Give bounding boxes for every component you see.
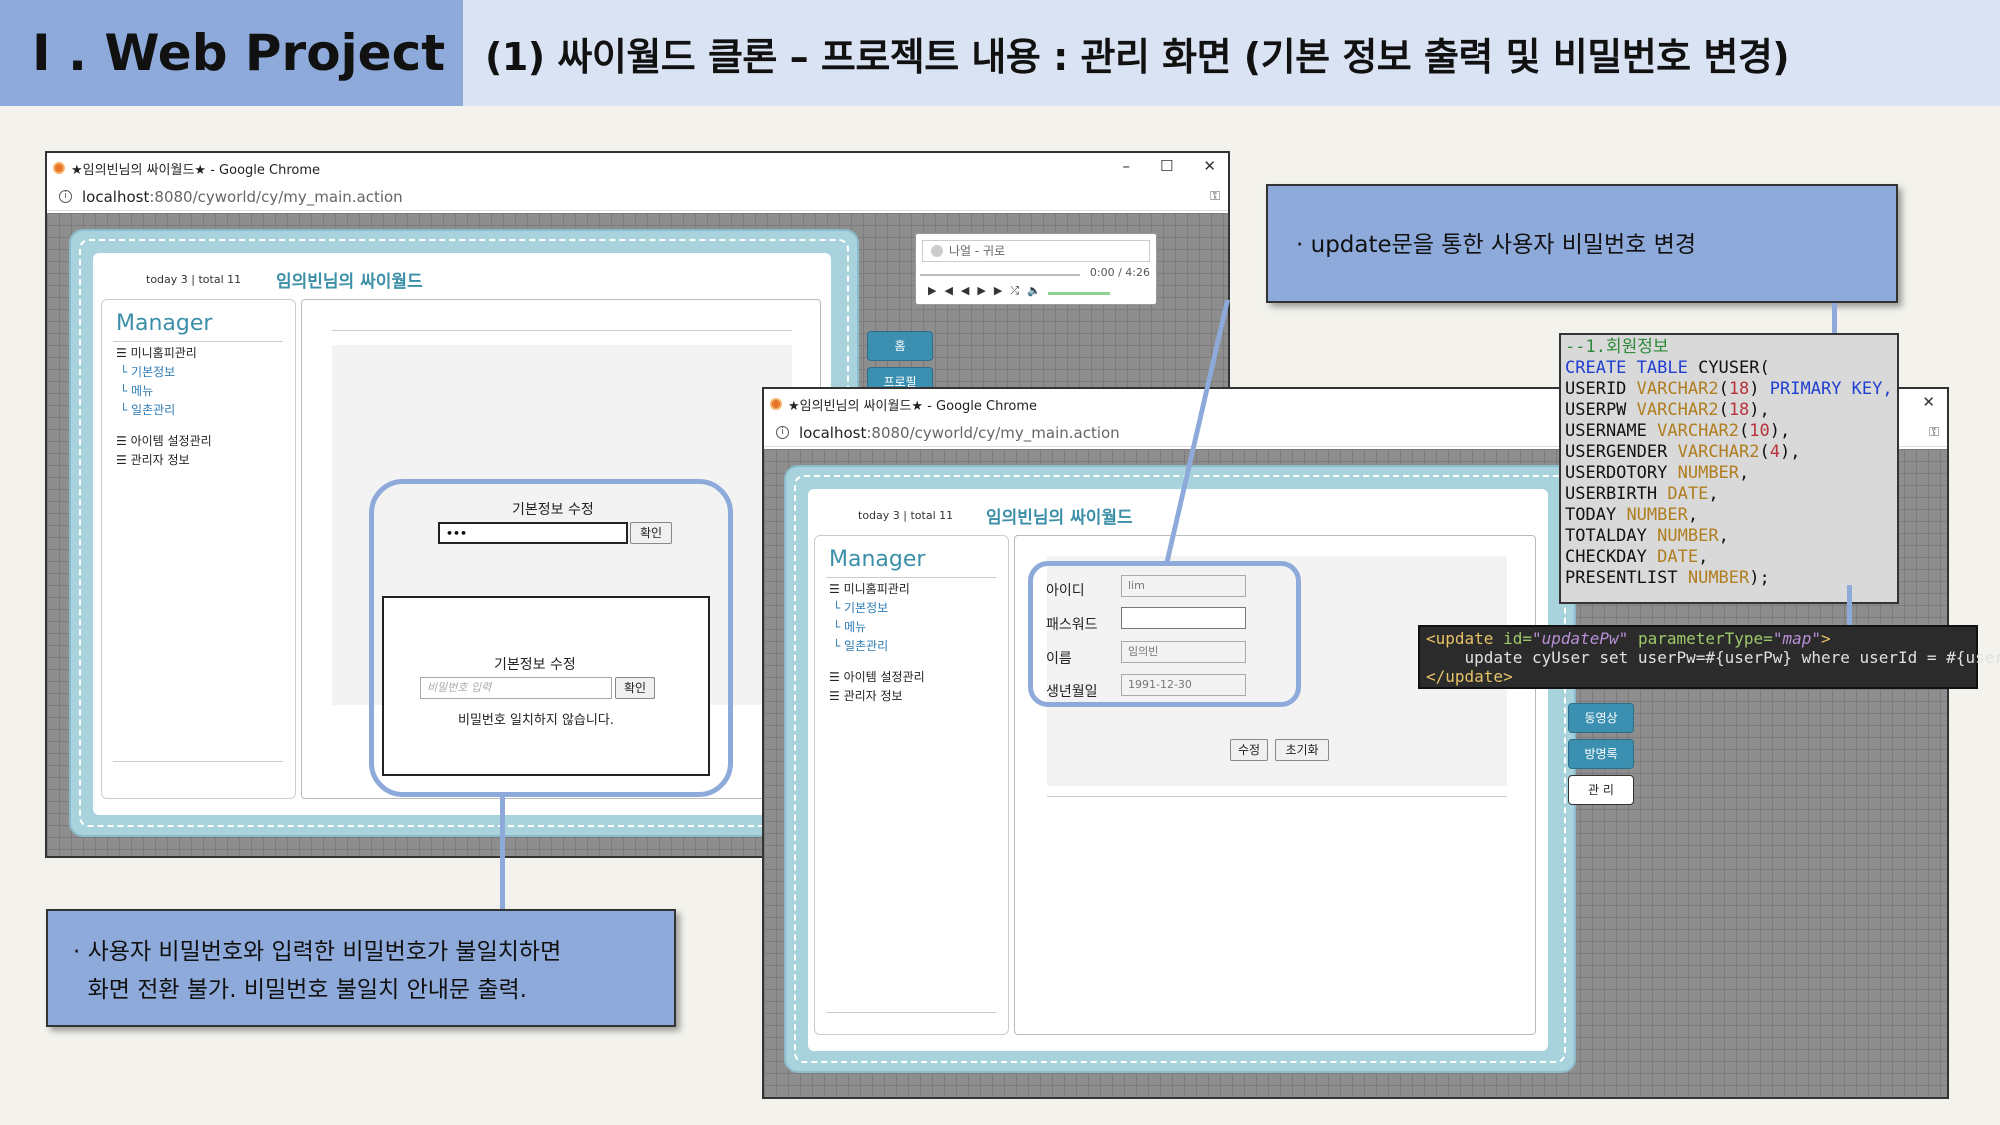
menu-item-settings[interactable]: ☰ 아이템 설정관리 <box>829 668 925 687</box>
chrome-icon <box>770 398 782 410</box>
address-bar[interactable]: i localhost:8080/cyworld/cy/my_main.acti… <box>47 183 1228 211</box>
callout-top-text: · update문을 통한 사용자 비밀번호 변경 <box>1296 232 1696 258</box>
slide-header: (1) 싸이월드 클론 – 프로젝트 내용 : 관리 화면 (기본 정보 출력 … <box>463 0 2000 106</box>
close-button[interactable]: ✕ <box>1922 393 1935 411</box>
url-host: localhost <box>82 187 150 206</box>
callout-bottom-line1: · 사용자 비밀번호와 입력한 비밀번호가 불일치하면 <box>73 939 562 965</box>
highlight-right <box>1028 561 1301 707</box>
menu-home-admin[interactable]: ☰ 미니홈피관리 <box>829 580 925 599</box>
menu-admin-info[interactable]: ☰ 관리자 정보 <box>116 451 212 470</box>
highlight-left <box>369 479 733 797</box>
section-header: I . Web Project <box>0 0 463 106</box>
key-icon[interactable]: ⚿ <box>1929 425 1939 440</box>
url-path: :8080/cyworld/cy/my_main.action <box>866 423 1120 442</box>
visit-counter: today 3 | total 11 <box>858 509 954 522</box>
callout-bottom-line2: 화면 전환 불가. 비밀번호 불일치 안내문 출력. <box>73 977 527 1003</box>
maximize-button[interactable]: ☐ <box>1160 157 1173 175</box>
tab-video[interactable]: 동영상 <box>1568 703 1634 733</box>
info-icon[interactable]: i <box>59 190 72 203</box>
tab-home[interactable]: 홈 <box>867 331 933 361</box>
manager-label: Manager <box>829 547 926 572</box>
callout-top: · update문을 통한 사용자 비밀번호 변경 <box>1266 184 1898 303</box>
music-player: 나얼 - 귀로 0:00 / 4:26 ▶◀◀▶▶⤮🔈 <box>915 233 1157 305</box>
sql-create-table: --1.회원정보 CREATE TABLE CYUSER( USERID VAR… <box>1559 333 1899 604</box>
menu-menu[interactable]: └ 메뉴 <box>829 618 925 637</box>
admin-menu: ☰ 미니홈피관리 └ 기본정보 └ 메뉴 └ 일촌관리 ☰ 아이템 설정관리 ☰… <box>829 580 925 706</box>
tab-guestbook[interactable]: 방명록 <box>1568 739 1634 769</box>
menu-diary[interactable]: └ 일촌관리 <box>116 401 212 420</box>
chrome-icon <box>53 162 65 174</box>
menu-home-admin[interactable]: ☰ 미니홈피관리 <box>116 344 212 363</box>
song-title: 나얼 - 귀로 <box>949 244 1006 258</box>
site-title[interactable]: 임의빈님의 싸이월드 <box>276 267 423 292</box>
admin-menu: ☰ 미니홈피관리 └ 기본정보 └ 메뉴 └ 일촌관리 ☰ 아이템 설정관리 ☰… <box>116 344 212 470</box>
menu-item-settings[interactable]: ☰ 아이템 설정관리 <box>116 432 212 451</box>
visit-counter: today 3 | total 11 <box>146 273 242 286</box>
menu-basic-info[interactable]: └ 기본정보 <box>116 363 212 382</box>
window-title: ★임의빈님의 싸이월드★ - Google Chrome <box>788 398 1038 414</box>
site-title[interactable]: 임의빈님의 싸이월드 <box>986 503 1133 528</box>
window-title: ★임의빈님의 싸이월드★ - Google Chrome <box>71 162 321 178</box>
player-controls[interactable]: ▶◀◀▶▶⤮🔈 <box>928 284 1049 298</box>
key-icon[interactable]: ⚿ <box>1210 189 1220 204</box>
url-host: localhost <box>799 423 867 442</box>
manager-label: Manager <box>116 311 213 336</box>
close-button[interactable]: ✕ <box>1203 157 1216 175</box>
player-time: 0:00 / 4:26 <box>1089 266 1150 279</box>
reset-button[interactable]: 초기화 <box>1275 739 1329 761</box>
menu-diary[interactable]: └ 일촌관리 <box>829 637 925 656</box>
mybatis-update-sql: <update id="updatePw" parameterType="map… <box>1418 625 2000 689</box>
info-icon[interactable]: i <box>776 426 789 439</box>
homepage-frame: today 3 | total 11 임의빈님의 싸이월드 Manager ☰ … <box>784 465 1634 1073</box>
tab-admin[interactable]: 관 리 <box>1568 775 1634 805</box>
menu-admin-info[interactable]: ☰ 관리자 정보 <box>829 687 925 706</box>
disc-icon <box>931 245 943 257</box>
slide-title: (1) 싸이월드 클론 – 프로젝트 내용 : 관리 화면 (기본 정보 출력 … <box>485 34 1790 79</box>
section-title: I . Web Project <box>32 24 446 82</box>
sql-comment: --1.회원정보 <box>1565 337 1669 357</box>
title-bar: ★임의빈님의 싸이월드★ - Google Chrome – ☐ ✕ <box>47 153 1228 183</box>
minimize-button[interactable]: – <box>1122 157 1130 175</box>
menu-basic-info[interactable]: └ 기본정보 <box>829 599 925 618</box>
callout-bottom: · 사용자 비밀번호와 입력한 비밀번호가 불일치하면 화면 전환 불가. 비밀… <box>46 909 676 1027</box>
edit-button[interactable]: 수정 <box>1230 739 1268 761</box>
url-path: :8080/cyworld/cy/my_main.action <box>149 187 403 206</box>
menu-menu[interactable]: └ 메뉴 <box>116 382 212 401</box>
